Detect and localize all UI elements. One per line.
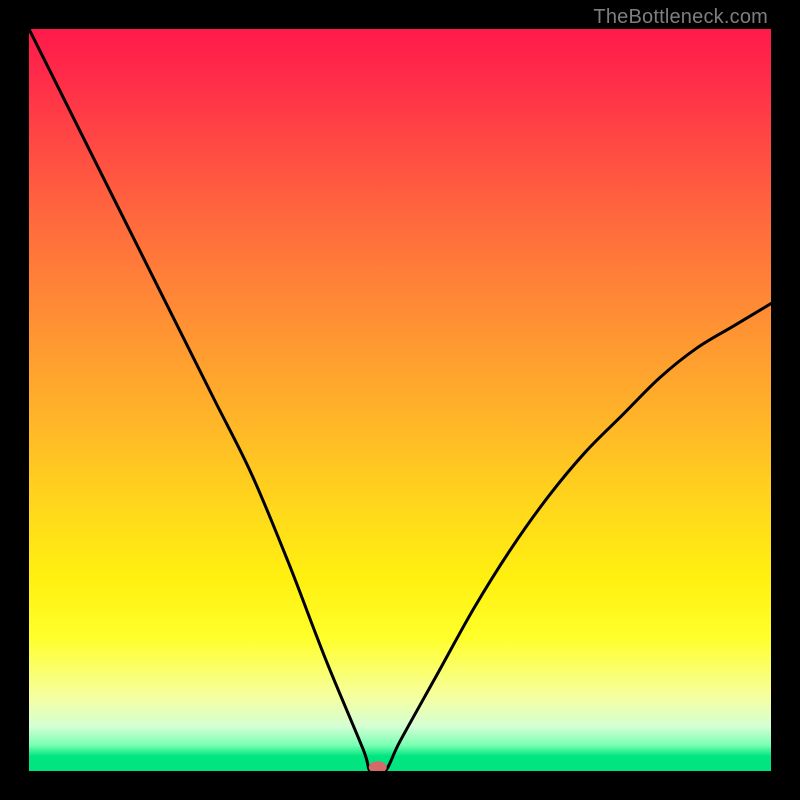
chart-frame: TheBottleneck.com xyxy=(0,0,800,800)
plot-area xyxy=(29,29,771,771)
watermark-text: TheBottleneck.com xyxy=(593,6,768,29)
minimum-marker xyxy=(369,761,387,771)
bottleneck-curve xyxy=(29,29,771,771)
